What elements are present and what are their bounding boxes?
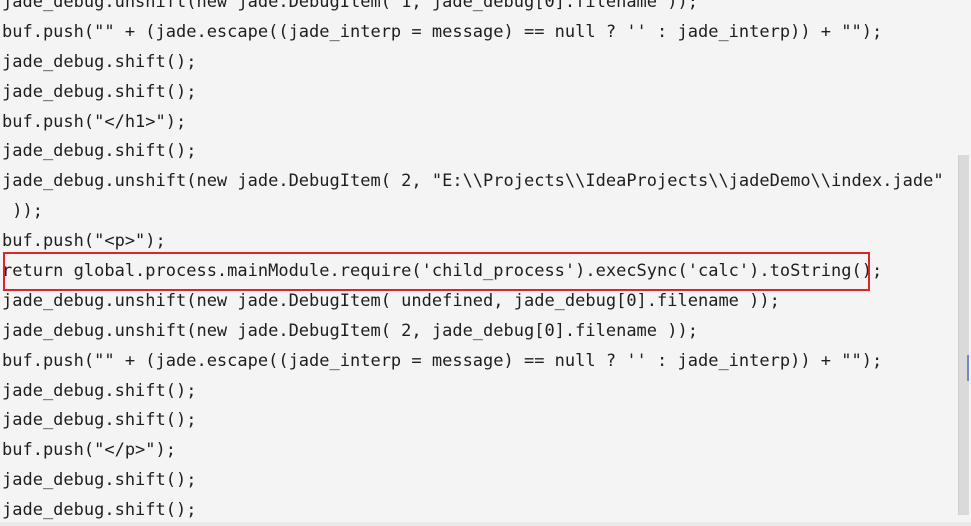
code-line: jade_debug.shift();: [2, 81, 197, 102]
code-line: buf.push("</h1>");: [2, 111, 187, 132]
code-line: jade_debug.shift();: [2, 410, 197, 431]
code-line: jade_debug.unshift(new jade.DebugItem( u…: [2, 290, 780, 311]
code-line: buf.push("</p>");: [2, 440, 176, 461]
bottom-edge: [0, 522, 971, 526]
code-line: jade_debug.unshift(new jade.DebugItem( 1…: [2, 0, 698, 12]
code-line-highlighted: return global.process.mainModule.require…: [2, 261, 883, 282]
scroll-position-marker: [967, 355, 969, 381]
code-line: jade_debug.shift();: [2, 470, 197, 491]
code-line: ));: [2, 201, 43, 222]
code-line: jade_debug.shift();: [2, 141, 197, 162]
vertical-scrollbar[interactable]: [958, 155, 969, 515]
code-line: buf.push("<p>");: [2, 231, 166, 252]
code-block: jade_debug.unshift(new jade.DebugItem( 1…: [2, 0, 944, 526]
code-line: jade_debug.unshift(new jade.DebugItem( 2…: [2, 171, 944, 192]
code-line: jade_debug.unshift(new jade.DebugItem( 2…: [2, 320, 698, 341]
code-line: buf.push("" + (jade.escape((jade_interp …: [2, 21, 883, 42]
code-viewer: jade_debug.unshift(new jade.DebugItem( 1…: [0, 0, 971, 526]
code-line: jade_debug.shift();: [2, 380, 197, 401]
code-line: buf.push("" + (jade.escape((jade_interp …: [2, 350, 883, 371]
code-line: jade_debug.shift();: [2, 51, 197, 72]
